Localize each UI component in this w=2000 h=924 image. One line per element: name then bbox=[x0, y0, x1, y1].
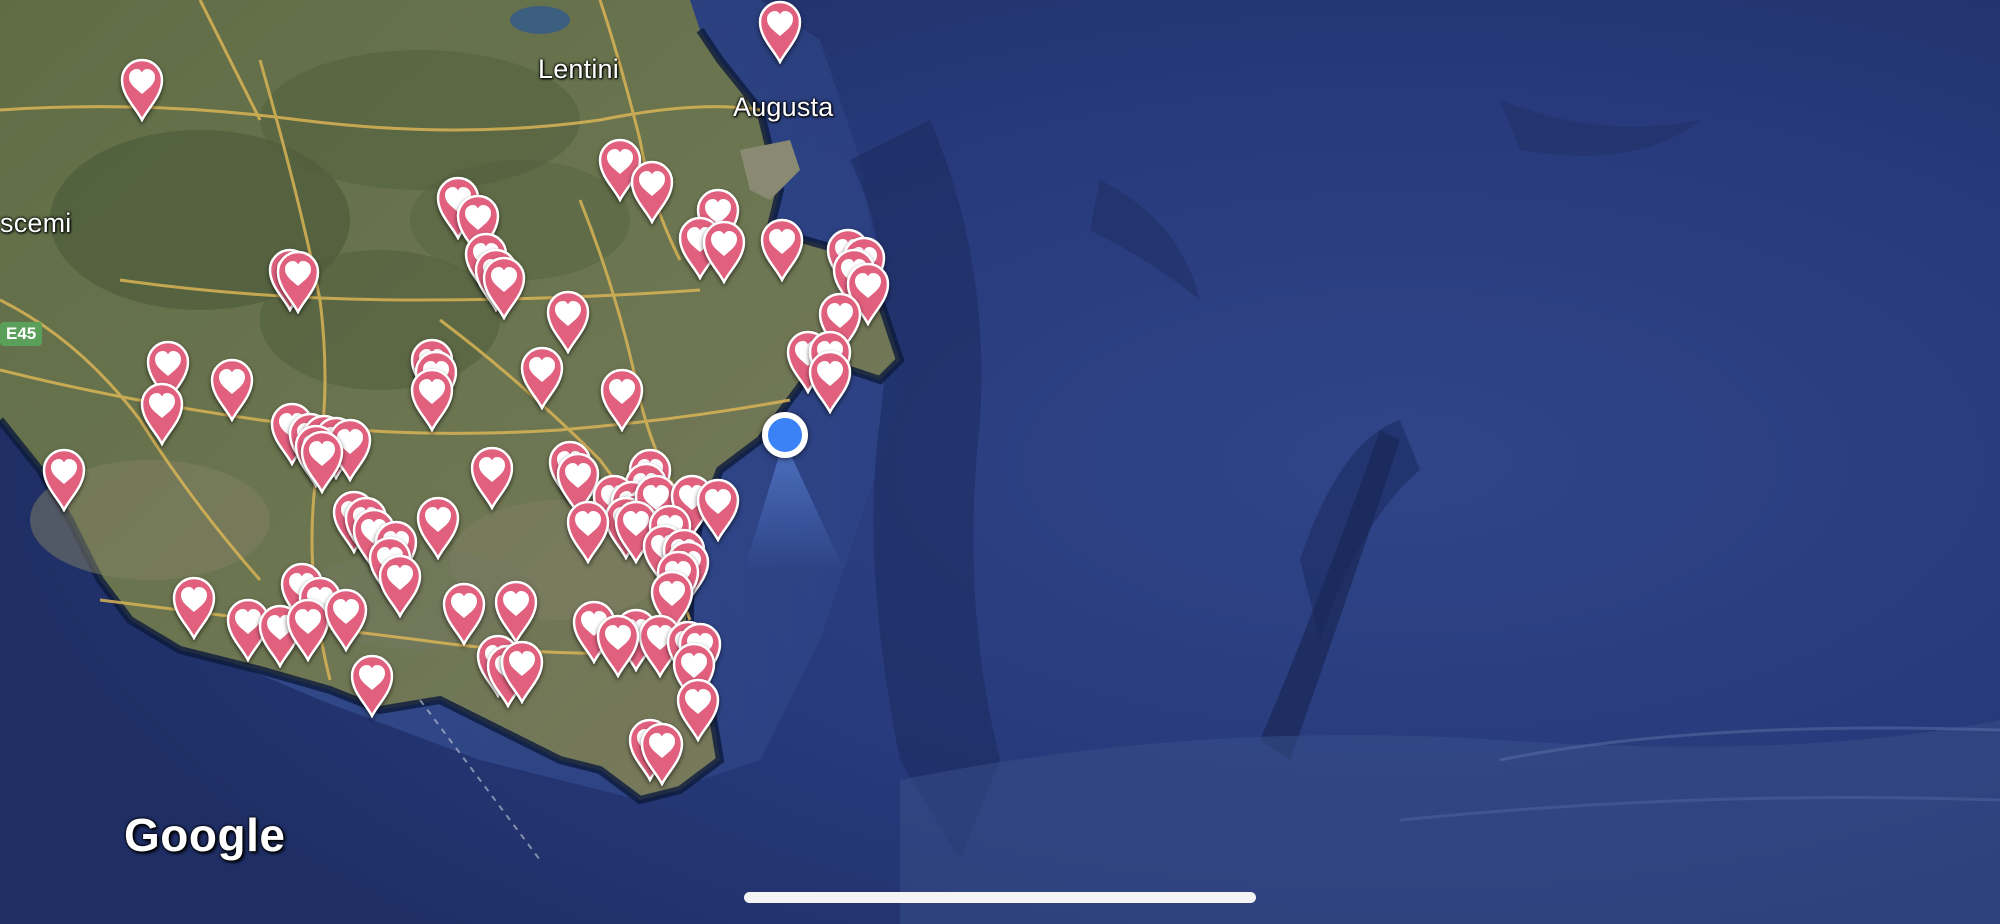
heart-pin-icon[interactable] bbox=[806, 350, 854, 414]
heart-pin-icon[interactable] bbox=[138, 382, 186, 446]
favorite-pins-layer bbox=[0, 0, 2000, 924]
heart-pin-icon[interactable] bbox=[408, 368, 456, 432]
heart-pin-icon[interactable] bbox=[376, 554, 424, 618]
home-indicator[interactable] bbox=[744, 892, 1256, 903]
heart-pin-icon[interactable] bbox=[414, 496, 462, 560]
map-view[interactable]: Lentini Augusta scemi E45 Google bbox=[0, 0, 2000, 924]
heart-pin-icon[interactable] bbox=[700, 220, 748, 284]
heart-pin-icon[interactable] bbox=[468, 446, 516, 510]
heart-pin-icon[interactable] bbox=[170, 576, 218, 640]
heart-pin-icon[interactable] bbox=[638, 722, 686, 786]
heart-pin-icon[interactable] bbox=[498, 640, 546, 704]
heart-pin-icon[interactable] bbox=[322, 588, 370, 652]
heart-pin-icon[interactable] bbox=[564, 500, 612, 564]
heart-pin-icon[interactable] bbox=[208, 358, 256, 422]
heart-pin-icon[interactable] bbox=[598, 368, 646, 432]
heart-pin-icon[interactable] bbox=[758, 218, 806, 282]
heart-pin-icon[interactable] bbox=[594, 614, 642, 678]
heart-pin-icon[interactable] bbox=[348, 654, 396, 718]
heart-pin-icon[interactable] bbox=[118, 58, 166, 122]
heart-pin-icon[interactable] bbox=[40, 448, 88, 512]
heart-pin-icon[interactable] bbox=[480, 256, 528, 320]
heart-pin-icon[interactable] bbox=[544, 290, 592, 354]
heart-pin-icon[interactable] bbox=[628, 160, 676, 224]
heart-pin-icon[interactable] bbox=[274, 250, 322, 314]
heart-pin-icon[interactable] bbox=[518, 346, 566, 410]
heart-pin-icon[interactable] bbox=[298, 430, 346, 494]
google-logo: Google bbox=[124, 809, 286, 861]
heart-pin-icon[interactable] bbox=[756, 0, 804, 64]
